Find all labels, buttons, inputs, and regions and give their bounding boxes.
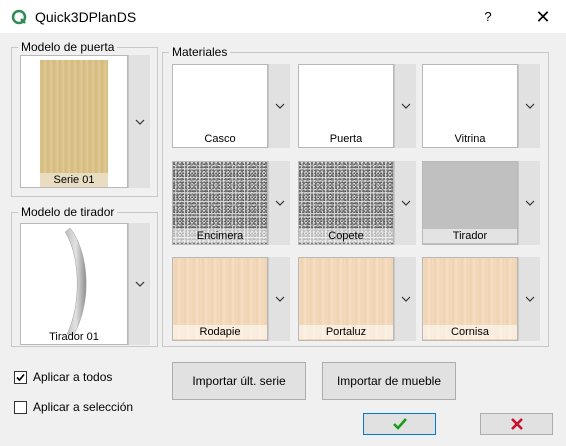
material-label: Casco — [204, 133, 236, 145]
ok-button[interactable] — [363, 413, 436, 435]
handle-model-group: Modelo de tirador Tirador 01 — [11, 205, 158, 347]
apply-all-label: Aplicar a todos — [33, 370, 113, 384]
app-q-icon — [11, 9, 27, 25]
window-title: Quick3DPlanDS — [35, 9, 137, 25]
title-bar: Quick3DPlanDS ? ✕ — [0, 0, 566, 34]
material-label: Copete — [299, 229, 393, 243]
close-icon: ✕ — [535, 7, 551, 27]
apply-selection-checkbox[interactable] — [14, 400, 27, 414]
chevron-down-icon — [135, 119, 144, 125]
material-label: Rodapie — [173, 325, 267, 339]
chevron-down-icon — [525, 103, 534, 109]
door-wood-image — [40, 60, 108, 176]
door-model-dropdown-button[interactable] — [128, 55, 150, 188]
dialog-body: Modelo de puerta Serie 01 Modelo de tira… — [0, 34, 566, 446]
chevron-down-icon — [525, 296, 534, 302]
handle-image — [64, 227, 87, 335]
chevron-down-icon — [275, 200, 284, 206]
door-model-caption: Serie 01 — [40, 173, 108, 187]
material-preview-portaluz[interactable]: Portaluz — [298, 257, 394, 341]
material-preview-tirador[interactable]: Tirador — [422, 161, 518, 245]
material-preview-puerta[interactable]: Puerta — [298, 64, 394, 148]
material-preview-cornisa[interactable]: Cornisa — [422, 257, 518, 341]
checkmark-icon — [392, 418, 407, 430]
handle-model-preview[interactable]: Tirador 01 — [20, 223, 128, 345]
material-dropdown-button-encimera[interactable] — [268, 161, 290, 245]
material-preview-casco[interactable]: Casco — [172, 64, 268, 148]
material-label: Portaluz — [299, 325, 393, 339]
apply-all-checkbox[interactable] — [14, 370, 27, 384]
chevron-down-icon — [525, 200, 534, 206]
chevron-down-icon — [275, 296, 284, 302]
material-dropdown-button-vitrina[interactable] — [518, 64, 540, 148]
apply-selection-label: Aplicar a selección — [33, 400, 134, 414]
chevron-down-icon — [401, 200, 410, 206]
material-label: Encimera — [173, 229, 267, 243]
materials-group: Materiales Casco Puerta Vitrina Encimera Cop… — [162, 45, 549, 347]
material-dropdown-button-casco[interactable] — [268, 64, 290, 148]
material-preview-encimera[interactable]: Encimera — [172, 161, 268, 245]
import-series-label: Importar últ. serie — [192, 374, 286, 388]
import-furniture-button[interactable]: Importar de mueble — [322, 362, 456, 400]
x-icon — [510, 418, 523, 430]
apply-all-option[interactable]: Aplicar a todos — [14, 370, 112, 384]
import-series-button[interactable]: Importar últ. serie — [172, 362, 306, 400]
material-dropdown-button-puerta[interactable] — [394, 64, 416, 148]
material-preview-rodapie[interactable]: Rodapie — [172, 257, 268, 341]
close-button[interactable]: ✕ — [520, 0, 566, 34]
material-dropdown-button-tirador[interactable] — [518, 161, 540, 245]
door-model-group-label: Modelo de puerta — [18, 40, 118, 54]
chevron-down-icon — [135, 281, 144, 287]
material-label: Vitrina — [454, 133, 486, 145]
material-dropdown-button-rodapie[interactable] — [268, 257, 290, 341]
chevron-down-icon — [401, 103, 410, 109]
material-dropdown-button-copete[interactable] — [394, 161, 416, 245]
material-label: Cornisa — [423, 325, 517, 339]
material-dropdown-button-portaluz[interactable] — [394, 257, 416, 341]
chevron-down-icon — [275, 103, 284, 109]
materials-group-label: Materiales — [169, 45, 231, 59]
apply-selection-option[interactable]: Aplicar a selección — [14, 400, 133, 414]
chevron-down-icon — [401, 296, 410, 302]
handle-model-caption: Tirador 01 — [49, 331, 99, 343]
material-preview-copete[interactable]: Copete — [298, 161, 394, 245]
material-dropdown-button-cornisa[interactable] — [518, 257, 540, 341]
material-label: Tirador — [423, 229, 517, 243]
cancel-button[interactable] — [480, 413, 553, 435]
checkmark-icon — [16, 373, 25, 381]
handle-model-dropdown-button[interactable] — [128, 223, 150, 345]
import-furniture-label: Importar de mueble — [336, 374, 442, 388]
material-label: Puerta — [329, 133, 363, 145]
help-button[interactable]: ? — [470, 0, 506, 34]
door-model-group: Modelo de puerta Serie 01 — [11, 40, 158, 197]
door-model-preview[interactable]: Serie 01 — [20, 55, 128, 188]
handle-model-group-label: Modelo de tirador — [18, 205, 118, 219]
material-preview-vitrina[interactable]: Vitrina — [422, 64, 518, 148]
